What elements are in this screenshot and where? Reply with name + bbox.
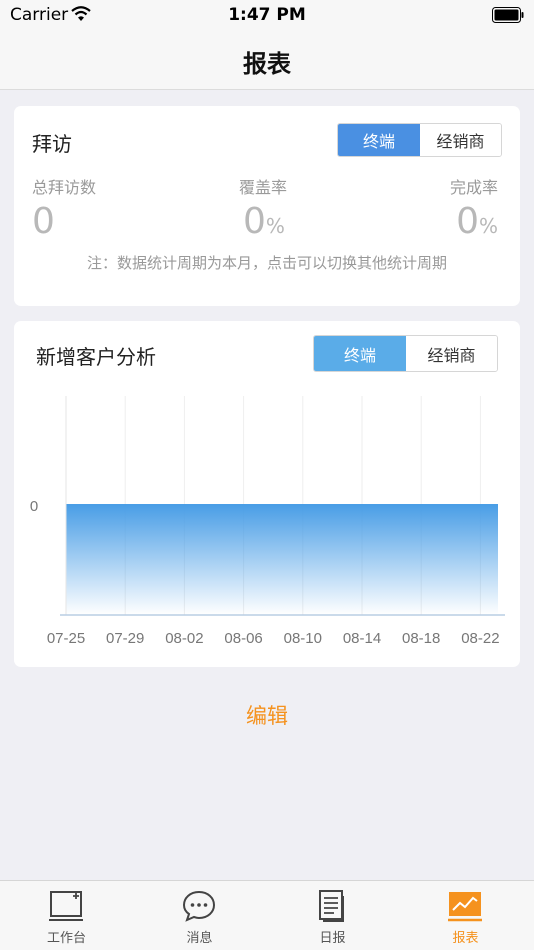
visit-toggle-terminal[interactable]: 终端	[338, 124, 420, 156]
metric-completion-number: 0	[456, 201, 479, 242]
visit-card[interactable]: 拜访 终端 经销商 总拜访数 0 覆盖率 0% 完成率 0% 注：数据统计周期为…	[14, 106, 520, 306]
metric-coverage-unit: %	[265, 214, 285, 238]
tab-daily-report[interactable]: 日报	[266, 881, 399, 950]
x-tick-label: 08-06	[224, 630, 262, 647]
tab-message-label: 消息	[186, 931, 213, 946]
x-tick-label: 07-29	[106, 630, 144, 647]
metric-total-visits-value: 0	[32, 201, 55, 242]
x-tick-label: 08-02	[165, 630, 203, 647]
analysis-title: 新增客户分析	[36, 345, 156, 369]
analysis-type-toggle: 终端 经销商	[313, 335, 498, 372]
metric-total-visits-number: 0	[32, 201, 55, 242]
tab-message[interactable]: 消息	[133, 881, 266, 950]
x-tick-label: 07-25	[47, 630, 85, 647]
new-customer-area-chart[interactable]: 0 07-25 07-29 08-02 08-06 08-10 08-14 08-18 08-2…	[14, 386, 520, 656]
metric-coverage-value: 0%	[243, 201, 285, 242]
analysis-card: 新增客户分析 终端 经销商 0 07-25 07-29 08-02 08-06 08-10…	[14, 321, 520, 667]
tab-workbench[interactable]: 工作台	[0, 881, 133, 950]
message-icon	[182, 890, 216, 922]
status-bar: Carrier 1:47 PM	[0, 0, 534, 30]
daily-report-icon	[319, 890, 344, 922]
status-time: 1:47 PM	[228, 5, 306, 25]
edit-button[interactable]: 编辑	[0, 700, 534, 730]
page-title: 报表	[243, 50, 291, 78]
tab-bar: 工作台 消息 日报 报表	[0, 880, 534, 950]
report-chart-icon	[448, 892, 482, 922]
y-tick-label: 0	[30, 498, 38, 515]
workbench-icon	[49, 891, 83, 921]
tab-report[interactable]: 报表	[399, 881, 532, 950]
navigation-bar: 报表	[0, 30, 534, 90]
tab-report-label: 报表	[452, 931, 479, 946]
metric-completion-label: 完成率	[449, 178, 498, 197]
metric-completion-unit: %	[478, 214, 498, 238]
x-tick-label: 08-18	[402, 630, 440, 647]
battery-icon	[492, 7, 524, 23]
metric-coverage-number: 0	[243, 201, 266, 242]
tab-workbench-label: 工作台	[46, 931, 86, 946]
metric-coverage-label: 覆盖率	[239, 178, 288, 197]
x-tick-label: 08-14	[343, 630, 381, 647]
x-tick-label: 08-10	[284, 630, 322, 647]
tab-daily-report-label: 日报	[319, 931, 346, 946]
metric-total-visits-label: 总拜访数	[32, 178, 97, 197]
analysis-toggle-terminal[interactable]: 终端	[314, 336, 406, 371]
x-tick-label: 08-22	[461, 630, 499, 647]
analysis-toggle-distributor[interactable]: 经销商	[406, 336, 497, 371]
period-note[interactable]: 注：数据统计周期为本月，点击可以切换其他统计周期	[14, 252, 520, 273]
visit-toggle-distributor[interactable]: 经销商	[420, 124, 501, 156]
visit-type-toggle: 终端 经销商	[337, 123, 502, 157]
visit-title: 拜访	[32, 132, 72, 156]
metric-completion-value: 0%	[456, 201, 498, 242]
series-area	[66, 505, 498, 615]
